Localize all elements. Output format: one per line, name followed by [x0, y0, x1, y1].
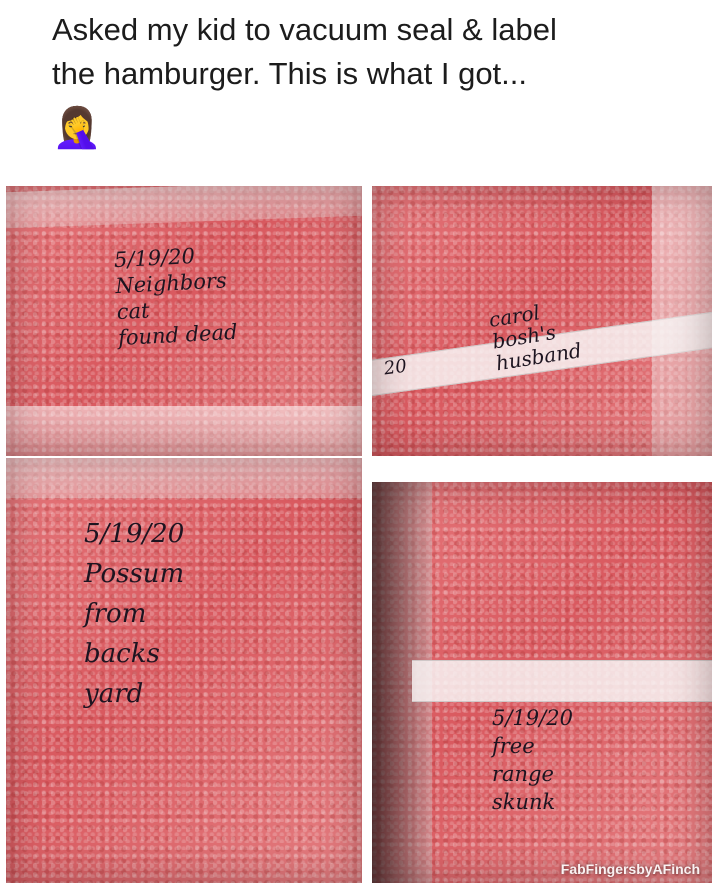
watermark: FabFingersbyAFinch: [560, 861, 700, 877]
panel-top-left: 5/19/20 Neighbors cat found dead: [6, 186, 362, 456]
facepalm-emoji-icon: 🤦‍♀️: [52, 106, 102, 150]
caption-text: Asked my kid to vacuum seal & label the …: [52, 8, 692, 96]
post-caption: Asked my kid to vacuum seal & label the …: [0, 0, 718, 182]
caption-line-2: the hamburger. This is what I got...: [52, 56, 528, 91]
panel-top-right: 20 carol bosh's husband: [372, 186, 712, 456]
photo-collage: 5/19/20 Neighbors cat found dead 20 caro…: [0, 182, 718, 883]
panel-bottom-right: 5/19/20 free range skunk FabFingersbyAFi…: [372, 482, 712, 883]
caption-line-1: Asked my kid to vacuum seal & label: [52, 12, 557, 47]
panel-bottom-left: 5/19/20 Possum from backs yard: [6, 458, 362, 883]
